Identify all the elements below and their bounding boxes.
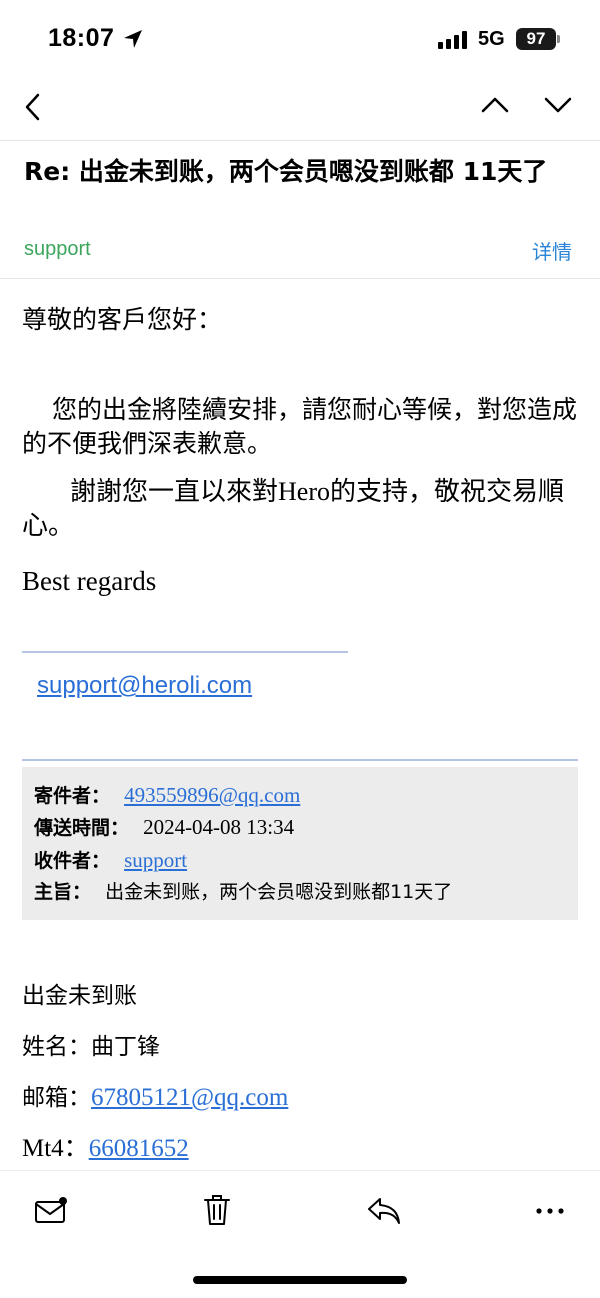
location-arrow-icon [124, 30, 142, 48]
sender-name[interactable]: support [24, 238, 91, 261]
quoted-sent-row: 傳送時間： 2024-04-08 13:34 [34, 815, 294, 840]
mail-unread-icon[interactable] [34, 1196, 68, 1226]
original-line-1: 出金未到账 [22, 983, 137, 1009]
quoted-subject-row: 主旨： 出金未到账，两个会员嗯没到账都11天了 [34, 880, 452, 904]
quoted-sent-value: 2024-04-08 13:34 [143, 815, 295, 839]
original-name-row: 姓名：曲丁锋 [22, 1027, 160, 1061]
quoted-from-link[interactable]: 493559896@qq.com [124, 783, 300, 807]
name-label: 姓名： [22, 1034, 91, 1060]
more-icon[interactable] [535, 1207, 565, 1215]
cellular-signal-icon [438, 31, 467, 49]
greeting-text: 尊敬的客戶您好： [22, 305, 223, 334]
status-time: 18:07 [48, 24, 115, 52]
original-email-row: 邮箱：67805121@qq.com [22, 1078, 288, 1112]
network-type: 5G [478, 28, 505, 50]
header-divider [0, 278, 600, 279]
quoted-from-row: 寄件者： 493559896@qq.com [34, 783, 300, 808]
email-label: 邮箱： [22, 1085, 91, 1111]
nav-divider [0, 140, 600, 141]
signature-divider [22, 651, 348, 653]
email-subject: Re: 出金未到账，两个会员嗯没到账都 11天了 [24, 157, 548, 186]
quoted-subject-value: 出金未到账，两个会员嗯没到账都11天了 [105, 881, 453, 903]
quoted-to-label: 收件者： [34, 850, 111, 872]
regards-text: Best regards [22, 566, 157, 596]
body-paragraph-2: 謝謝您一直以來對Hero的支持，敬祝交易順心。 [22, 477, 564, 540]
quoted-sent-label: 傳送時間： [34, 817, 130, 839]
original-email-link[interactable]: 67805121@qq.com [91, 1084, 288, 1111]
back-chevron-icon[interactable] [22, 92, 44, 122]
quote-divider [22, 759, 578, 761]
quoted-header-block: 寄件者： 493559896@qq.com 傳送時間： 2024-04-08 1… [22, 767, 578, 920]
quoted-from-label: 寄件者： [34, 785, 111, 807]
name-value: 曲丁锋 [91, 1034, 160, 1060]
quoted-to-row: 收件者： support [34, 848, 187, 873]
mt4-label: Mt4： [22, 1135, 89, 1162]
mt4-link[interactable]: 66081652 [89, 1135, 189, 1162]
body-paragraph-1: 您的出金將陸續安排，請您耐心等候，對您造成的不便我們深表歉意。 [22, 395, 578, 458]
trash-icon[interactable] [202, 1193, 232, 1227]
battery-indicator: 97 [516, 28, 556, 50]
details-link[interactable]: 详情 [532, 236, 572, 265]
battery-tip [557, 35, 560, 43]
home-indicator[interactable] [193, 1276, 407, 1284]
quoted-subject-label: 主旨： [34, 881, 92, 903]
signature-email-link[interactable]: support@heroli.com [37, 672, 252, 700]
original-mt4-row: Mt4：66081652 [22, 1128, 189, 1164]
quoted-to-link[interactable]: support [124, 848, 187, 872]
reply-icon[interactable] [366, 1196, 402, 1226]
chevron-up-icon[interactable] [480, 94, 510, 116]
chevron-down-icon[interactable] [543, 94, 573, 116]
toolbar-divider [0, 1170, 600, 1171]
